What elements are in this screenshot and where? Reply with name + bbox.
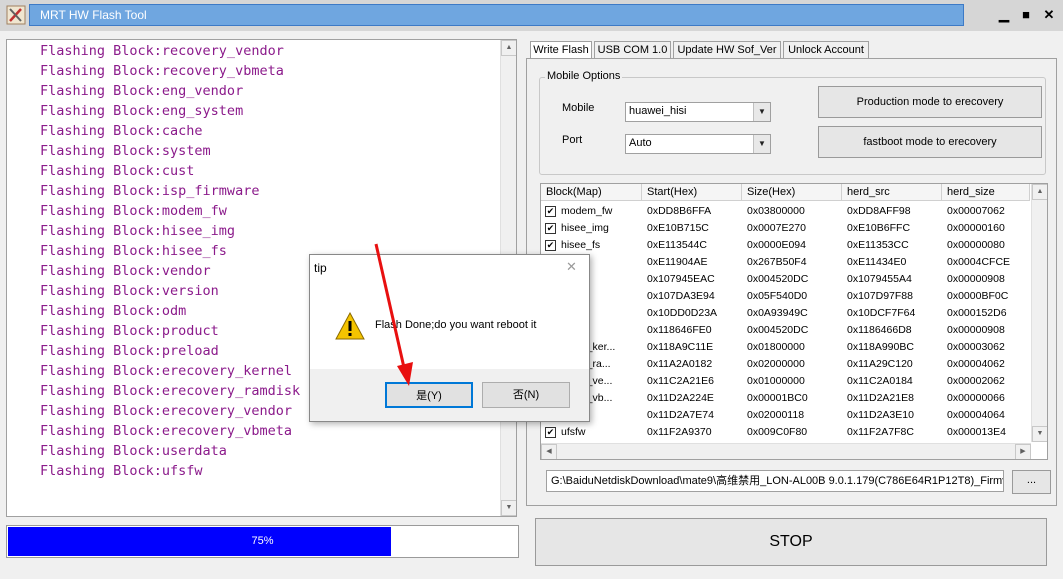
annotation-arrow-icon <box>374 243 413 386</box>
